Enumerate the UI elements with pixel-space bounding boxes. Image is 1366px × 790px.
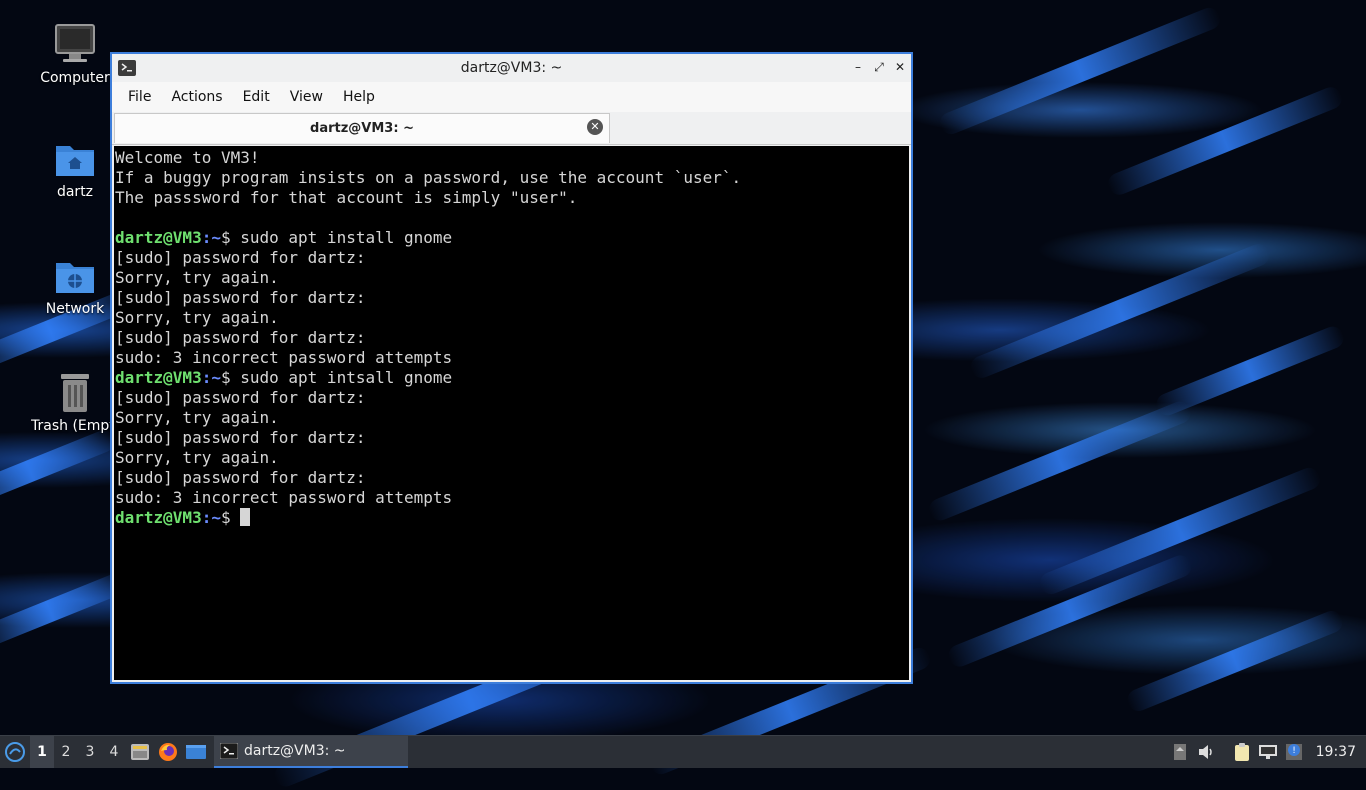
tray-network[interactable] [1256, 736, 1280, 768]
tray-updates[interactable] [1168, 736, 1192, 768]
window-title: dartz@VM3: ~ [460, 60, 563, 76]
workspace-3[interactable]: 3 [78, 736, 102, 768]
terminal-command-line: dartz@VM3:~$ sudo apt intsall gnome [115, 368, 908, 388]
prompt-user: dartz@VM3 [115, 368, 202, 387]
lubuntu-logo-icon [5, 742, 25, 762]
terminal-icon [220, 743, 238, 759]
network-wired-icon [1258, 745, 1277, 759]
prompt-path: :~ [201, 228, 221, 247]
terminal-line: The passsword for that account is simply… [115, 188, 578, 207]
tab-label: dartz@VM3: ~ [310, 121, 414, 136]
menu-help[interactable]: Help [333, 85, 385, 109]
terminal-line: sudo: 3 incorrect password attempts [115, 488, 453, 507]
clock[interactable]: 19:37 [1316, 744, 1356, 760]
prompt-user: dartz@VM3 [115, 508, 202, 527]
terminal-command-line: dartz@VM3:~$ sudo apt install gnome [115, 228, 908, 248]
show-desktop-button[interactable] [182, 736, 210, 768]
minimize-button[interactable]: – [850, 59, 866, 75]
terminal-line: Welcome to VM3! [115, 148, 260, 167]
text-cursor [240, 508, 251, 526]
terminal-window: dartz@VM3: ~ – ⤢ ✕ File Actions Edit Vie… [110, 52, 913, 684]
workspace-4[interactable]: 4 [102, 736, 126, 768]
tray-volume[interactable] [1194, 736, 1218, 768]
svg-text:!: ! [1292, 746, 1296, 756]
terminal-line: Sorry, try again. [115, 308, 279, 327]
file-manager-icon [131, 744, 149, 760]
terminal-line: [sudo] password for dartz: [115, 428, 366, 447]
start-menu-button[interactable] [0, 736, 30, 768]
trash-icon [61, 374, 89, 412]
terminal-input-line[interactable]: dartz@VM3:~$ [115, 508, 908, 528]
menu-actions[interactable]: Actions [161, 85, 232, 109]
taskbar-task-terminal[interactable]: dartz@VM3: ~ [214, 736, 408, 768]
taskbar: 1 2 3 4 dartz@VM3: ~ ! 19:37 [0, 735, 1366, 768]
menu-edit[interactable]: Edit [233, 85, 280, 109]
file-manager-launcher[interactable] [126, 736, 154, 768]
command-text: sudo apt install gnome [240, 228, 453, 247]
prompt-path: :~ [201, 508, 221, 527]
workspace-2[interactable]: 2 [54, 736, 78, 768]
terminal-line: Sorry, try again. [115, 408, 279, 427]
terminal-line: Sorry, try again. [115, 448, 279, 467]
menu-file[interactable]: File [118, 85, 161, 109]
network-icon [56, 263, 94, 293]
tray-clipboard[interactable] [1230, 736, 1254, 768]
command-text: sudo apt intsall gnome [240, 368, 453, 387]
tray-notification[interactable]: ! [1282, 736, 1306, 768]
package-icon [1173, 744, 1186, 760]
terminal-line: sudo: 3 incorrect password attempts [115, 348, 453, 367]
taskbar-task-label: dartz@VM3: ~ [244, 743, 346, 759]
terminal-line: [sudo] password for dartz: [115, 248, 366, 267]
tab-terminal[interactable]: dartz@VM3: ~ ✕ [114, 113, 610, 143]
window-titlebar[interactable]: dartz@VM3: ~ – ⤢ ✕ [112, 54, 911, 82]
clipboard-icon [1234, 743, 1249, 761]
terminal-output[interactable]: Welcome to VM3! If a buggy program insist… [114, 146, 909, 680]
terminal-line: Sorry, try again. [115, 268, 279, 287]
desktop-icon-label: Trash (Empty) [31, 418, 115, 434]
prompt-symbol: $ [220, 368, 241, 387]
home-folder-icon [56, 146, 94, 176]
terminal-line: [sudo] password for dartz: [115, 328, 366, 347]
system-tray: ! 19:37 [1166, 736, 1366, 768]
tab-close-icon[interactable]: ✕ [587, 119, 603, 135]
firefox-launcher[interactable] [154, 736, 182, 768]
prompt-symbol: $ [220, 508, 241, 527]
tab-bar: dartz@VM3: ~ ✕ [112, 112, 911, 145]
terminal-line: [sudo] password for dartz: [115, 388, 366, 407]
prompt-symbol: $ [220, 228, 241, 247]
info-notification-icon: ! [1285, 744, 1302, 760]
terminal-line: If a buggy program insists on a password… [115, 168, 742, 187]
desktop-icon [186, 745, 206, 759]
prompt-path: :~ [201, 368, 221, 387]
volume-icon [1198, 745, 1212, 759]
computer-icon [55, 24, 95, 62]
terminal-line: [sudo] password for dartz: [115, 468, 366, 487]
maximize-button[interactable]: ⤢ [871, 59, 887, 75]
firefox-icon [159, 743, 177, 761]
terminal-line: [sudo] password for dartz: [115, 288, 366, 307]
menu-bar: File Actions Edit View Help [112, 82, 911, 112]
workspace-1[interactable]: 1 [30, 736, 54, 768]
menu-view[interactable]: View [280, 85, 333, 109]
prompt-user: dartz@VM3 [115, 228, 202, 247]
close-button[interactable]: ✕ [892, 59, 908, 75]
